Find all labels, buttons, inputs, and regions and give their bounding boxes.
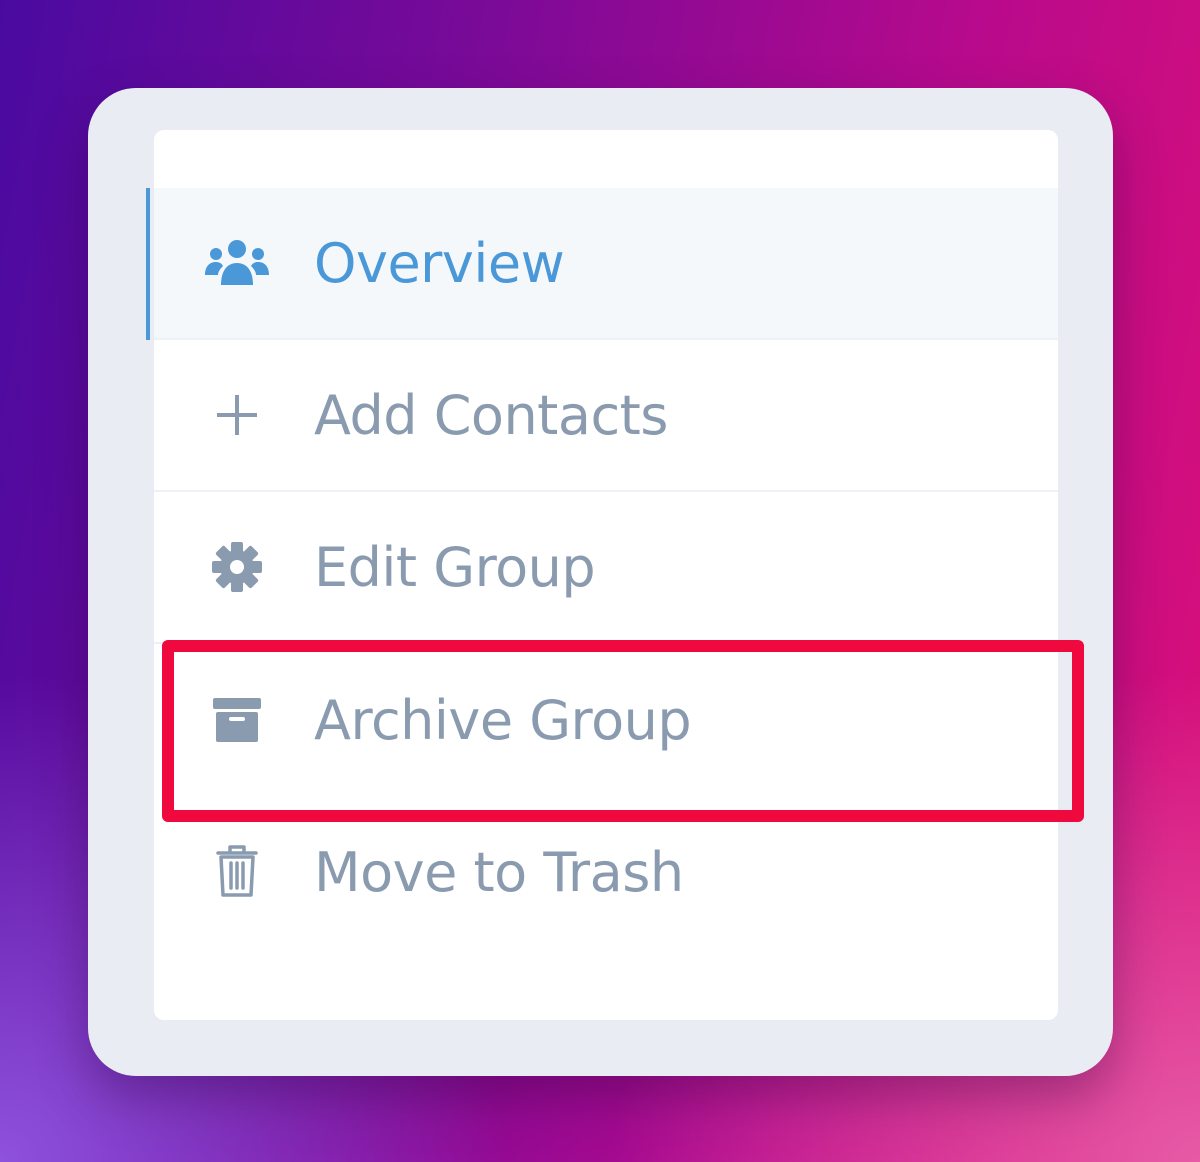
group-actions-menu: Overview Add Contacts Edit Group Archive…: [146, 130, 1058, 1020]
menu-item-move-to-trash[interactable]: Move to Trash: [154, 796, 1058, 948]
menu-item-label: Edit Group: [314, 535, 596, 599]
archive-icon: [204, 687, 270, 753]
menu-item-label: Archive Group: [314, 688, 692, 752]
trash-icon: [204, 839, 270, 905]
menu-item-overview[interactable]: Overview: [146, 188, 1058, 340]
menu-item-label: Overview: [314, 231, 565, 295]
plus-icon: [204, 382, 270, 448]
menu-item-edit-group[interactable]: Edit Group: [154, 492, 1058, 644]
users-icon: [204, 230, 270, 296]
menu-item-add-contacts[interactable]: Add Contacts: [154, 340, 1058, 492]
gear-icon: [204, 534, 270, 600]
active-indicator: [146, 188, 150, 340]
menu-item-label: Move to Trash: [314, 840, 684, 904]
menu-item-archive-group[interactable]: Archive Group: [154, 644, 1058, 796]
menu-card: Overview Add Contacts Edit Group Archive…: [88, 88, 1113, 1076]
menu-item-label: Add Contacts: [314, 383, 668, 447]
